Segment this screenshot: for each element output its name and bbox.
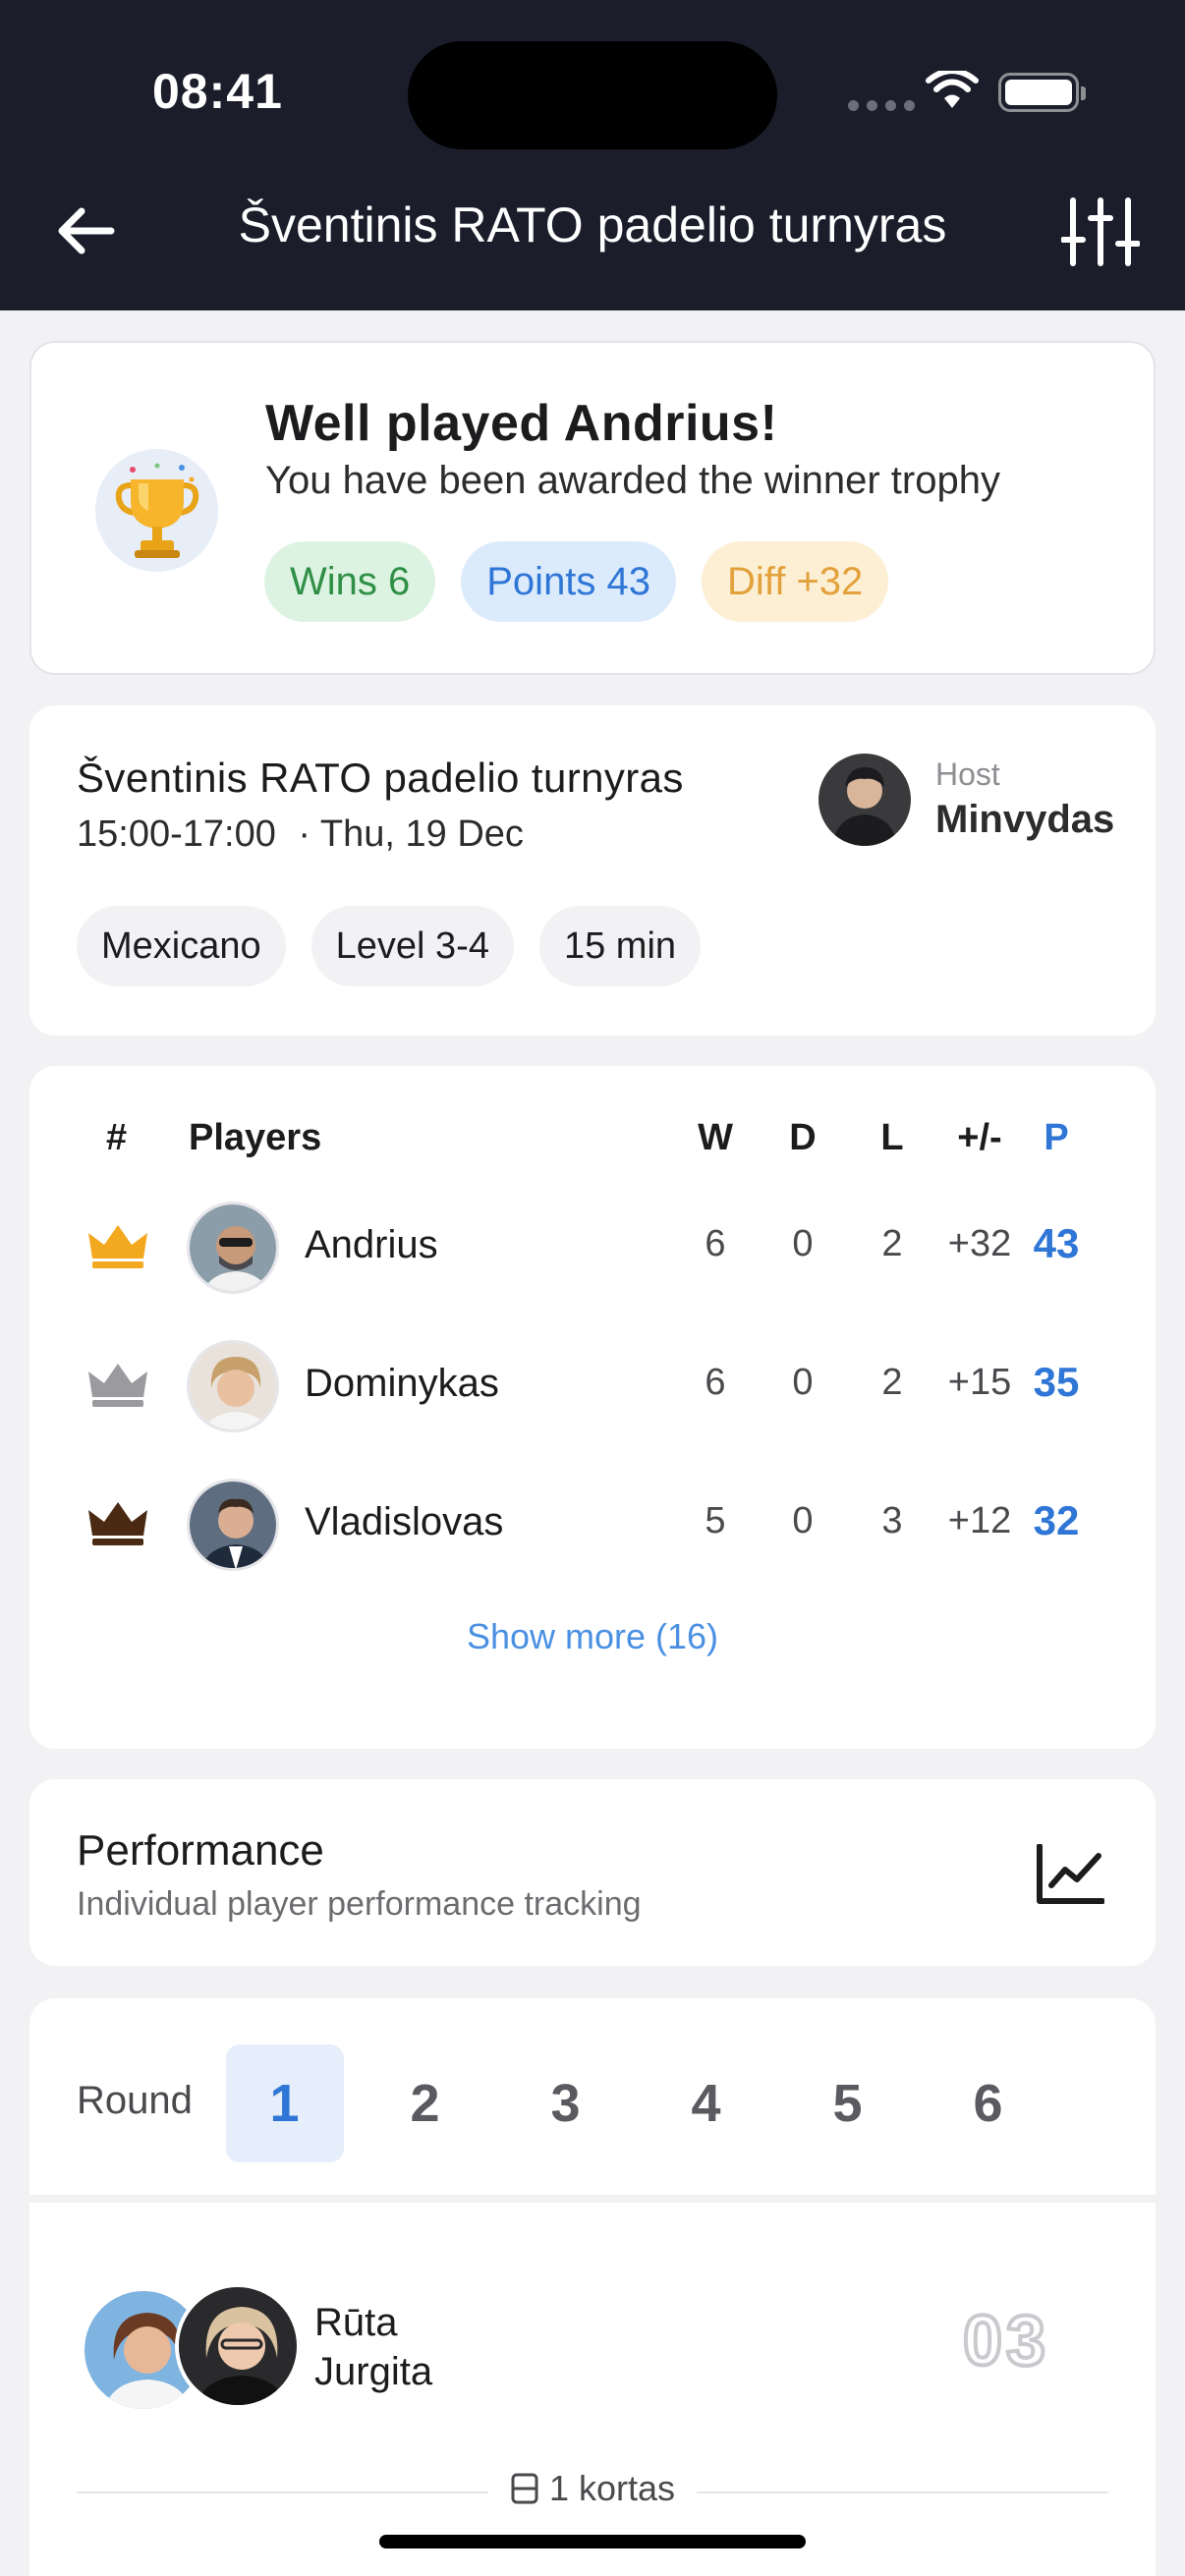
match-player-1: Rūta: [314, 2301, 398, 2344]
table-row[interactable]: Andrius 6 0 2 +32 43: [29, 1194, 1156, 1302]
points-value: 32: [1033, 1497, 1080, 1543]
draws-header: D: [789, 1117, 817, 1158]
sliders-icon: [1060, 197, 1141, 266]
wins-pill: Wins 6: [264, 541, 436, 622]
table-row[interactable]: Vladislovas 5 0 3 +12 32: [29, 1471, 1156, 1579]
back-button[interactable]: [51, 196, 120, 265]
diff-pill: Diff +32: [702, 541, 889, 622]
arrow-left-icon: [58, 207, 115, 254]
line-chart-icon: [1037, 1844, 1104, 1904]
page-title: Šventinis RATO padelio turnyras: [238, 197, 947, 252]
round-tab-3[interactable]: 3: [507, 2044, 625, 2162]
standings-table: # Players W D L +/- P Andrius 6 0 2 +32 …: [29, 1066, 1156, 1749]
app-header: 08:41 Šventinis RATO padelio turnyras: [0, 0, 1185, 310]
rank-header: #: [106, 1117, 128, 1158]
event-tags: Mexicano Level 3-4 15 min: [77, 906, 702, 986]
round-tab-4[interactable]: 4: [648, 2044, 765, 2162]
player-name: Vladislovas: [305, 1500, 504, 1543]
trophy-badge: [95, 449, 218, 572]
losses-value: 3: [881, 1500, 903, 1541]
avatar: [187, 1340, 279, 1432]
table-row[interactable]: Dominykas 6 0 2 +15 35: [29, 1332, 1156, 1440]
event-date: · Thu, 19 Dec: [298, 813, 524, 855]
player-name: Andrius: [305, 1223, 438, 1266]
losses-value: 2: [881, 1362, 903, 1403]
avatar: [187, 1202, 279, 1294]
silver-crown-icon: [88, 1364, 147, 1407]
wins-header: W: [698, 1117, 733, 1158]
wifi-icon: [926, 68, 979, 115]
winner-card: Well played Andrius! You have been award…: [29, 341, 1156, 675]
points-header: P: [1044, 1117, 1069, 1158]
court-icon: [511, 2473, 538, 2504]
diff-value: +15: [947, 1362, 1012, 1403]
settings-button[interactable]: [1060, 196, 1141, 267]
host-avatar[interactable]: [818, 754, 911, 846]
event-card: Šventinis RATO padelio turnyras 15:00-17…: [29, 705, 1156, 1036]
round-label: Round: [77, 2079, 193, 2122]
round-selector: Round 1 2 3 4 5 6: [29, 1998, 1156, 2195]
gold-crown-icon: [88, 1225, 147, 1268]
show-more-link[interactable]: Show more (16): [29, 1616, 1156, 1657]
court-name: 1 kortas: [548, 2468, 676, 2508]
performance-card[interactable]: Performance Individual player performanc…: [29, 1779, 1156, 1966]
duration-tag: 15 min: [538, 906, 702, 986]
round-tab-2[interactable]: 2: [367, 2044, 484, 2162]
wins-value: 5: [705, 1500, 726, 1541]
wins-value: 6: [705, 1223, 726, 1264]
match-card[interactable]: Rūta Jurgita 03 1 kortas: [29, 2203, 1156, 2576]
home-indicator[interactable]: [379, 2535, 806, 2548]
bronze-crown-icon: [88, 1502, 147, 1545]
match-player-2: Jurgita: [314, 2350, 433, 2393]
points-value: 43: [1033, 1220, 1080, 1266]
event-time: 15:00-17:00: [77, 813, 276, 855]
round-tab-6[interactable]: 6: [930, 2044, 1047, 2162]
avatar: [175, 2283, 301, 2409]
draws-value: 0: [792, 1362, 814, 1403]
draws-value: 0: [792, 1223, 814, 1264]
performance-subtitle: Individual player performance tracking: [77, 1885, 642, 1923]
winner-subtitle: You have been awarded the winner trophy: [265, 459, 1000, 502]
status-time: 08:41: [152, 64, 283, 119]
performance-title: Performance: [77, 1826, 324, 1875]
host-label: Host: [935, 756, 1000, 792]
round-tab-5[interactable]: 5: [789, 2044, 907, 2162]
avatar: [187, 1479, 279, 1571]
cellular-signal-icon: [848, 100, 915, 111]
points-value: 35: [1033, 1359, 1080, 1405]
court-label: 1 kortas: [29, 2468, 1156, 2509]
draws-value: 0: [792, 1500, 814, 1541]
event-title: Šventinis RATO padelio turnyras: [77, 755, 684, 801]
round-tab-1[interactable]: 1: [226, 2044, 344, 2162]
points-pill: Points 43: [461, 541, 677, 622]
trophy-icon: [115, 463, 198, 558]
dynamic-island: [408, 41, 777, 149]
losses-header: L: [880, 1117, 904, 1158]
diff-value: +32: [947, 1223, 1012, 1264]
match-score: 03: [961, 2300, 1050, 2382]
player-name: Dominykas: [305, 1362, 499, 1405]
winner-title: Well played Andrius!: [265, 395, 778, 452]
format-tag: Mexicano: [77, 906, 286, 986]
battery-icon: [998, 73, 1086, 112]
losses-value: 2: [881, 1223, 903, 1264]
diff-value: +12: [947, 1500, 1012, 1541]
level-tag: Level 3-4: [310, 906, 514, 986]
wins-value: 6: [705, 1362, 726, 1403]
winner-stats: Wins 6 Points 43 Diff +32: [264, 541, 889, 622]
host-name: Minvydas: [935, 798, 1115, 841]
event-datetime: 15:00-17:00 · Thu, 19 Dec: [77, 813, 524, 856]
players-header: Players: [189, 1117, 322, 1158]
